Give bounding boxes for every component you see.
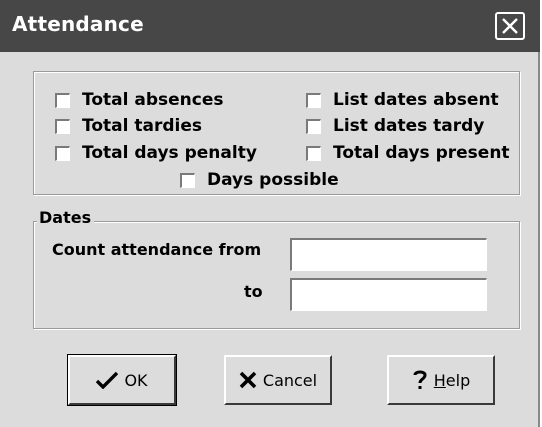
checkbox-label: Total days present [333, 143, 510, 163]
attendance-dialog: Attendance Total absences Total tardies … [0, 0, 540, 427]
dates-group-label: Dates [37, 208, 95, 227]
date-to-input[interactable] [290, 278, 487, 311]
close-button[interactable] [495, 12, 525, 40]
cancel-label: Cancel [262, 370, 318, 390]
checkbox-label: List dates tardy [333, 116, 485, 136]
checkbox-list-dates-absent[interactable]: List dates absent [306, 90, 499, 110]
checkbox-label: Total days penalty [82, 143, 257, 163]
help-label: Help [433, 370, 471, 390]
ok-button[interactable]: OK [67, 354, 177, 406]
checkbox-box[interactable] [55, 92, 70, 108]
checkbox-box[interactable] [180, 172, 195, 188]
dialog-title: Attendance [12, 12, 144, 36]
checkbox-box[interactable] [55, 118, 70, 134]
checkbox-box[interactable] [306, 145, 321, 161]
ok-label: OK [124, 370, 148, 390]
checkbox-total-days-penalty[interactable]: Total days penalty [55, 143, 257, 163]
checkbox-total-days-present[interactable]: Total days present [306, 143, 510, 163]
title-bar[interactable]: Attendance [0, 0, 540, 52]
checkbox-box[interactable] [306, 118, 321, 134]
count-from-label: Count attendance from [52, 240, 262, 259]
help-button[interactable]: Help [387, 355, 495, 405]
date-from-input[interactable] [290, 238, 487, 271]
x-icon [239, 371, 257, 389]
checkbox-label: Days possible [207, 170, 339, 190]
checkmark-icon [96, 371, 119, 389]
checkbox-label: Total tardies [82, 116, 202, 136]
close-icon [500, 16, 520, 36]
checkbox-label: Total absences [82, 90, 224, 110]
question-mark-icon [412, 369, 428, 391]
checkbox-label: List dates absent [333, 90, 499, 110]
checkbox-box[interactable] [306, 92, 321, 108]
to-label: to [244, 282, 263, 301]
checkbox-days-possible[interactable]: Days possible [180, 170, 339, 190]
checkbox-total-absences[interactable]: Total absences [55, 90, 223, 110]
checkbox-list-dates-tardy[interactable]: List dates tardy [306, 116, 484, 136]
checkbox-total-tardies[interactable]: Total tardies [55, 116, 202, 136]
checkbox-box[interactable] [55, 145, 70, 161]
cancel-button[interactable]: Cancel [224, 355, 332, 405]
